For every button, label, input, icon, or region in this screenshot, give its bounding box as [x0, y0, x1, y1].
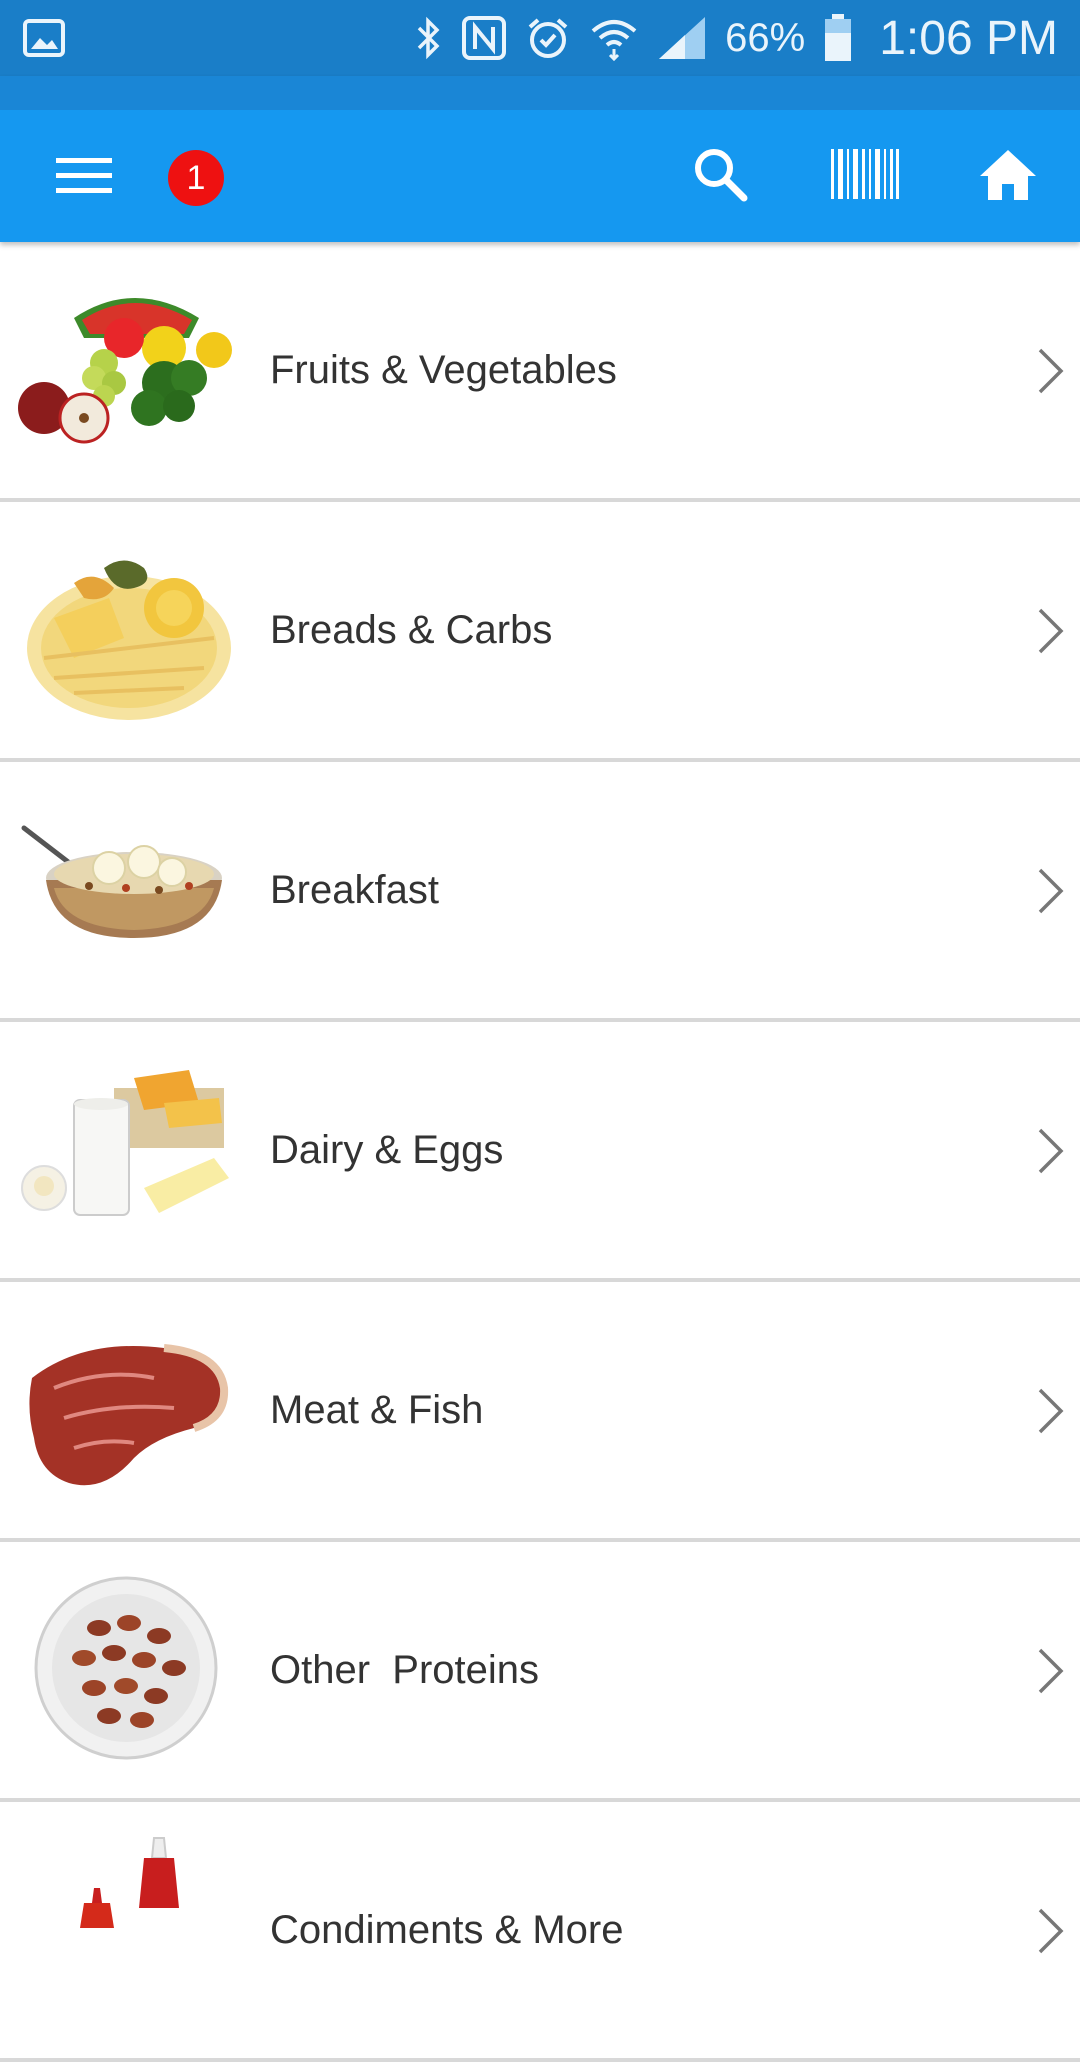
category-row-fruits-vegetables[interactable]: Fruits & Vegetables	[0, 242, 1080, 502]
category-label: Breakfast	[270, 867, 439, 912]
category-label: Other Proteins	[270, 1647, 540, 1692]
nfc-icon	[462, 16, 507, 60]
home-icon	[980, 150, 1036, 200]
category-row-breakfast[interactable]: Breakfast	[0, 762, 1080, 1022]
notification-badge[interactable]: 1	[168, 150, 224, 206]
barcode-scan-button[interactable]	[820, 134, 910, 214]
barcode-icon	[831, 149, 899, 199]
clock: 1:06 PM	[879, 11, 1058, 65]
chevron-right-icon	[1038, 1388, 1064, 1434]
battery-percent: 66%	[725, 15, 806, 60]
category-label: Dairy & Eggs	[270, 1127, 504, 1172]
bluetooth-icon	[417, 16, 440, 60]
chevron-right-icon	[1038, 1648, 1064, 1694]
breads-carbs-image	[27, 560, 231, 720]
toolbar-top-strip	[0, 76, 1080, 110]
dairy-eggs-image	[21, 1070, 229, 1216]
menu-icon	[56, 158, 112, 193]
app-toolbar: 1	[0, 76, 1080, 242]
category-list: Fruits & Vegetables Breads & Carbs Break…	[0, 242, 1080, 2062]
category-row-breads-carbs[interactable]: Breads & Carbs	[0, 502, 1080, 762]
gallery-icon	[23, 19, 65, 57]
alarm-icon	[528, 18, 568, 58]
chevron-right-icon	[1038, 1908, 1064, 1954]
chevron-right-icon	[1038, 1128, 1064, 1174]
chevron-right-icon	[1038, 608, 1064, 654]
condiments-image	[80, 1837, 179, 1928]
chevron-right-icon	[1038, 348, 1064, 394]
category-label: Breads & Carbs	[270, 607, 553, 652]
wifi-icon	[591, 20, 637, 61]
status-bar: 66% 1:06 PM	[0, 0, 1080, 76]
home-button[interactable]	[968, 134, 1048, 214]
battery-icon	[825, 14, 852, 61]
menu-button[interactable]	[44, 136, 124, 216]
signal-icon	[659, 17, 706, 59]
category-row-other-proteins[interactable]: Other Proteins	[0, 1542, 1080, 1802]
category-row-dairy-eggs[interactable]: Dairy & Eggs	[0, 1022, 1080, 1282]
category-row-meat-fish[interactable]: Meat & Fish	[0, 1282, 1080, 1542]
other-proteins-image	[34, 1576, 218, 1760]
category-row-condiments[interactable]: Condiments & More	[0, 1802, 1080, 2062]
fruits-vegetables-image	[18, 298, 232, 444]
meat-fish-image	[29, 1344, 229, 1486]
search-icon	[695, 149, 748, 202]
category-label: Condiments & More	[270, 1907, 624, 1952]
category-label: Fruits & Vegetables	[270, 347, 617, 392]
search-button[interactable]	[680, 134, 760, 214]
chevron-right-icon	[1038, 868, 1064, 914]
category-label: Meat & Fish	[270, 1387, 484, 1432]
breakfast-image	[21, 825, 222, 938]
